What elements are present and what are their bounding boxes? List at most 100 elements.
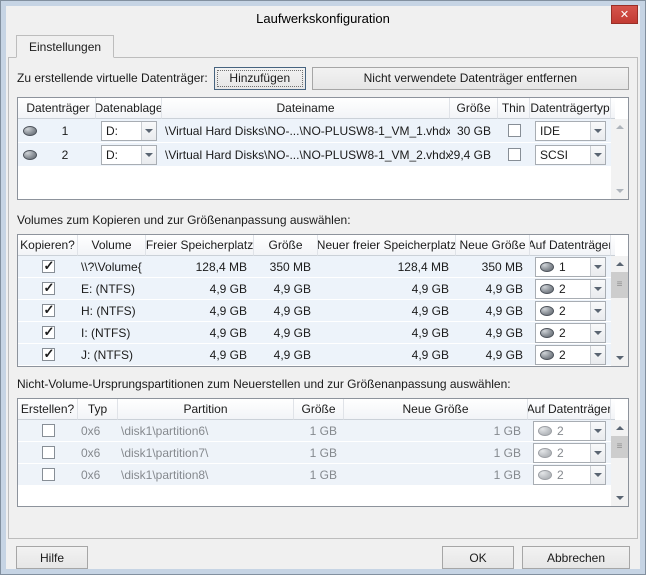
vertical-scrollbar[interactable]: [611, 420, 628, 506]
create-checkbox[interactable]: [42, 446, 55, 459]
col-header-groesse[interactable]: Größe: [254, 235, 318, 256]
partition-cell: \disk1\partition8\: [118, 464, 294, 485]
target-disk-select[interactable]: 2: [535, 345, 606, 365]
create-checkbox[interactable]: [42, 424, 55, 437]
volume-row[interactable]: E: (NTFS) 4,9 GB 4,9 GB 4,9 GB 4,9 GB 2: [18, 278, 611, 300]
chevron-down-icon: [590, 324, 605, 342]
partition-row[interactable]: 0x6 \disk1\partition8\ 1 GB 1 GB 2: [18, 464, 611, 486]
storage-cell: D:: [96, 119, 162, 142]
scrollbar-thumb[interactable]: [611, 436, 628, 458]
storage-select[interactable]: D:: [101, 121, 157, 141]
target-disk-select[interactable]: 1: [535, 257, 606, 277]
scrollbar-track[interactable]: [611, 135, 628, 183]
volume-cell: J: (NTFS): [78, 344, 146, 365]
col-header-partition[interactable]: Partition: [118, 399, 294, 420]
disk-number-cell: 1: [18, 119, 96, 142]
close-button[interactable]: ✕: [611, 5, 638, 24]
chevron-down-icon: [590, 422, 605, 440]
vertical-scrollbar[interactable]: [611, 119, 628, 199]
col-header-datenablage[interactable]: Datenablage: [96, 98, 162, 119]
copy-checkbox[interactable]: [42, 326, 55, 339]
copy-checkbox[interactable]: [42, 282, 55, 295]
scroll-up-icon[interactable]: [611, 119, 628, 135]
col-header-datentraeger[interactable]: Datenträger: [18, 98, 96, 119]
tab-einstellungen[interactable]: Einstellungen: [16, 35, 114, 58]
tab-panel: Zu erstellende virtuelle Datenträger: Hi…: [8, 57, 638, 539]
disk-row[interactable]: 2 D: \Virtual Hard Disks\NO-...\NO-PLUSW…: [18, 143, 611, 167]
new-size-cell: 350 MB: [456, 256, 530, 277]
copy-checkbox[interactable]: [42, 348, 55, 361]
disk-type-cell: SCSI: [530, 143, 611, 166]
new-free-space-cell: 128,4 MB: [318, 256, 456, 277]
col-header-neuer-freier-speicherplatz[interactable]: Neuer freier Speicherplatz: [318, 235, 456, 256]
title-bar[interactable]: Laufwerkskonfiguration: [6, 6, 640, 31]
dialog-body: Laufwerkskonfiguration Einstellungen Zu …: [6, 6, 640, 569]
volume-row[interactable]: J: (NTFS) 4,9 GB 4,9 GB 4,9 GB 4,9 GB 2: [18, 344, 611, 366]
copy-checkbox[interactable]: [42, 304, 55, 317]
free-space-cell: 4,9 GB: [146, 344, 254, 365]
col-header-neue-groesse[interactable]: Neue Größe: [456, 235, 530, 256]
size-cell: 4,9 GB: [254, 278, 318, 299]
copy-cell: [18, 344, 78, 365]
col-header-groesse[interactable]: Größe: [450, 98, 498, 119]
target-disk-select[interactable]: 2: [535, 279, 606, 299]
thin-checkbox[interactable]: [508, 148, 521, 161]
thin-checkbox[interactable]: [508, 124, 521, 137]
target-disk-select[interactable]: 2: [533, 421, 606, 441]
volume-row[interactable]: \\?\Volume{ 128,4 MB 350 MB 128,4 MB 350…: [18, 256, 611, 278]
chevron-down-icon: [141, 122, 156, 140]
size-cell: 4,9 GB: [254, 322, 318, 343]
chevron-down-icon: [590, 444, 605, 462]
copy-checkbox[interactable]: [42, 260, 55, 273]
scrollbar-track[interactable]: [611, 458, 628, 490]
storage-select[interactable]: D:: [101, 145, 157, 165]
target-disk-select[interactable]: 2: [535, 323, 606, 343]
col-header-volume[interactable]: Volume: [78, 235, 146, 256]
cancel-button[interactable]: Abbrechen: [522, 546, 630, 569]
col-header-erstellen[interactable]: Erstellen?: [18, 399, 78, 420]
col-header-datentraegertyp[interactable]: Datenträgertyp: [530, 98, 611, 119]
disk-type-select[interactable]: IDE: [535, 121, 606, 141]
scroll-down-icon[interactable]: [611, 490, 628, 506]
disk-icon: [538, 426, 552, 436]
vertical-scrollbar[interactable]: [611, 256, 628, 366]
target-disk-select[interactable]: 2: [533, 443, 606, 463]
col-header-neue-groesse[interactable]: Neue Größe: [344, 399, 528, 420]
scroll-down-icon[interactable]: [611, 350, 628, 366]
disk-icon: [23, 126, 37, 136]
scroll-up-icon[interactable]: [611, 420, 628, 436]
col-header-thin[interactable]: Thin: [498, 98, 530, 119]
target-disk-select[interactable]: 2: [535, 301, 606, 321]
copy-cell: [18, 256, 78, 277]
ok-button[interactable]: OK: [442, 546, 514, 569]
disk-row[interactable]: 1 D: \Virtual Hard Disks\NO-...\NO-PLUSW…: [18, 119, 611, 143]
partition-row[interactable]: 0x6 \disk1\partition7\ 1 GB 1 GB 2: [18, 442, 611, 464]
remove-unused-disks-button[interactable]: Nicht verwendete Datenträger entfernen: [312, 67, 629, 90]
col-header-typ[interactable]: Typ: [78, 399, 118, 420]
target-disk-cell: 1: [530, 256, 611, 277]
create-checkbox[interactable]: [42, 468, 55, 481]
col-header-kopieren[interactable]: Kopieren?: [18, 235, 78, 256]
size-cell: 4,9 GB: [254, 344, 318, 365]
target-disk-select[interactable]: 2: [533, 465, 606, 485]
help-button[interactable]: Hilfe: [16, 546, 88, 569]
disk-number-cell: 2: [18, 143, 96, 166]
scroll-up-icon[interactable]: [611, 256, 628, 272]
scrollbar-thumb[interactable]: [611, 272, 628, 298]
col-header-groesse[interactable]: Größe: [294, 399, 344, 420]
partition-row[interactable]: 0x6 \disk1\partition6\ 1 GB 1 GB 2: [18, 420, 611, 442]
col-header-auf-datentraeger[interactable]: Auf Datenträger: [528, 399, 611, 420]
new-size-cell: 4,9 GB: [456, 300, 530, 321]
disk-type-select[interactable]: SCSI: [535, 145, 606, 165]
partition-cell: \disk1\partition7\: [118, 442, 294, 463]
volume-row[interactable]: H: (NTFS) 4,9 GB 4,9 GB 4,9 GB 4,9 GB 2: [18, 300, 611, 322]
scrollbar-track[interactable]: [611, 298, 628, 350]
add-disk-button[interactable]: Hinzufügen: [214, 67, 306, 90]
col-header-freier-speicherplatz[interactable]: Freier Speicherplatz: [146, 235, 254, 256]
volume-row[interactable]: I: (NTFS) 4,9 GB 4,9 GB 4,9 GB 4,9 GB 2: [18, 322, 611, 344]
col-header-dateiname[interactable]: Dateiname: [162, 98, 450, 119]
copy-cell: [18, 278, 78, 299]
scroll-down-icon[interactable]: [611, 183, 628, 199]
col-header-auf-datentraeger[interactable]: Auf Datenträger: [530, 235, 611, 256]
partitions-table: Erstellen? Typ Partition Größe Neue Größ…: [17, 398, 629, 507]
